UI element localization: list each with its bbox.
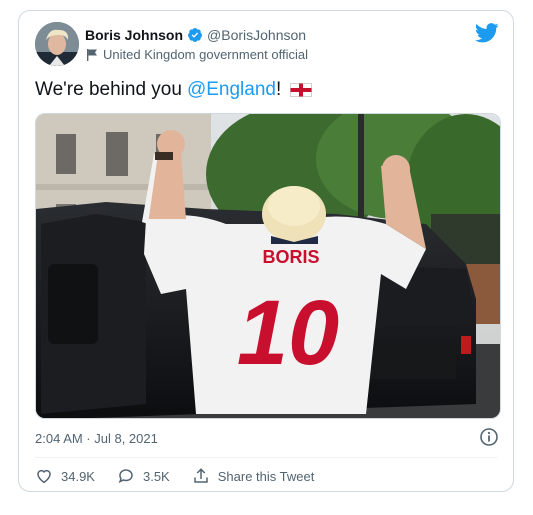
like-button[interactable]: 34.9K — [35, 467, 95, 485]
author-handle[interactable]: @BorisJohnson — [207, 27, 306, 43]
twitter-bird-icon[interactable] — [475, 23, 499, 43]
reply-count: 3.5K — [142, 468, 170, 484]
tweet-text-suffix: ! — [275, 79, 282, 100]
england-flag-icon — [290, 83, 313, 97]
share-label: Share this Tweet — [217, 468, 315, 484]
jersey-number: 10 — [237, 282, 339, 384]
info-icon[interactable] — [479, 427, 499, 447]
jersey-name: BORIS — [262, 247, 319, 267]
divider — [35, 457, 497, 458]
reply-icon — [118, 469, 133, 484]
tweet-card: Boris Johnson @BorisJohnson United Kingd… — [18, 10, 514, 492]
tweet-photo[interactable]: BORIS 10 — [35, 113, 501, 419]
tweet-text: We're behind you @England ! — [35, 79, 313, 101]
tweet-actions: 34.9K 3.5K Share this Tweet — [35, 467, 336, 485]
flag-icon — [87, 48, 97, 61]
share-icon — [193, 468, 208, 483]
tweet-timestamp[interactable]: 2:04 AM · Jul 8, 2021 — [35, 431, 158, 446]
verified-badge-icon — [188, 28, 203, 42]
share-button[interactable]: Share this Tweet — [192, 467, 315, 485]
government-label: United Kingdom government official — [85, 47, 308, 62]
author-name[interactable]: Boris Johnson — [85, 27, 183, 43]
label-text: United Kingdom government official — [103, 47, 308, 62]
mention-link[interactable]: @England — [187, 79, 276, 101]
heart-icon — [37, 469, 51, 484]
like-count: 34.9K — [61, 468, 95, 484]
tweet-text-prefix: We're behind you — [35, 79, 182, 100]
avatar[interactable] — [35, 22, 79, 66]
author-row: Boris Johnson @BorisJohnson — [85, 27, 306, 43]
reply-button[interactable]: 3.5K — [117, 467, 170, 485]
